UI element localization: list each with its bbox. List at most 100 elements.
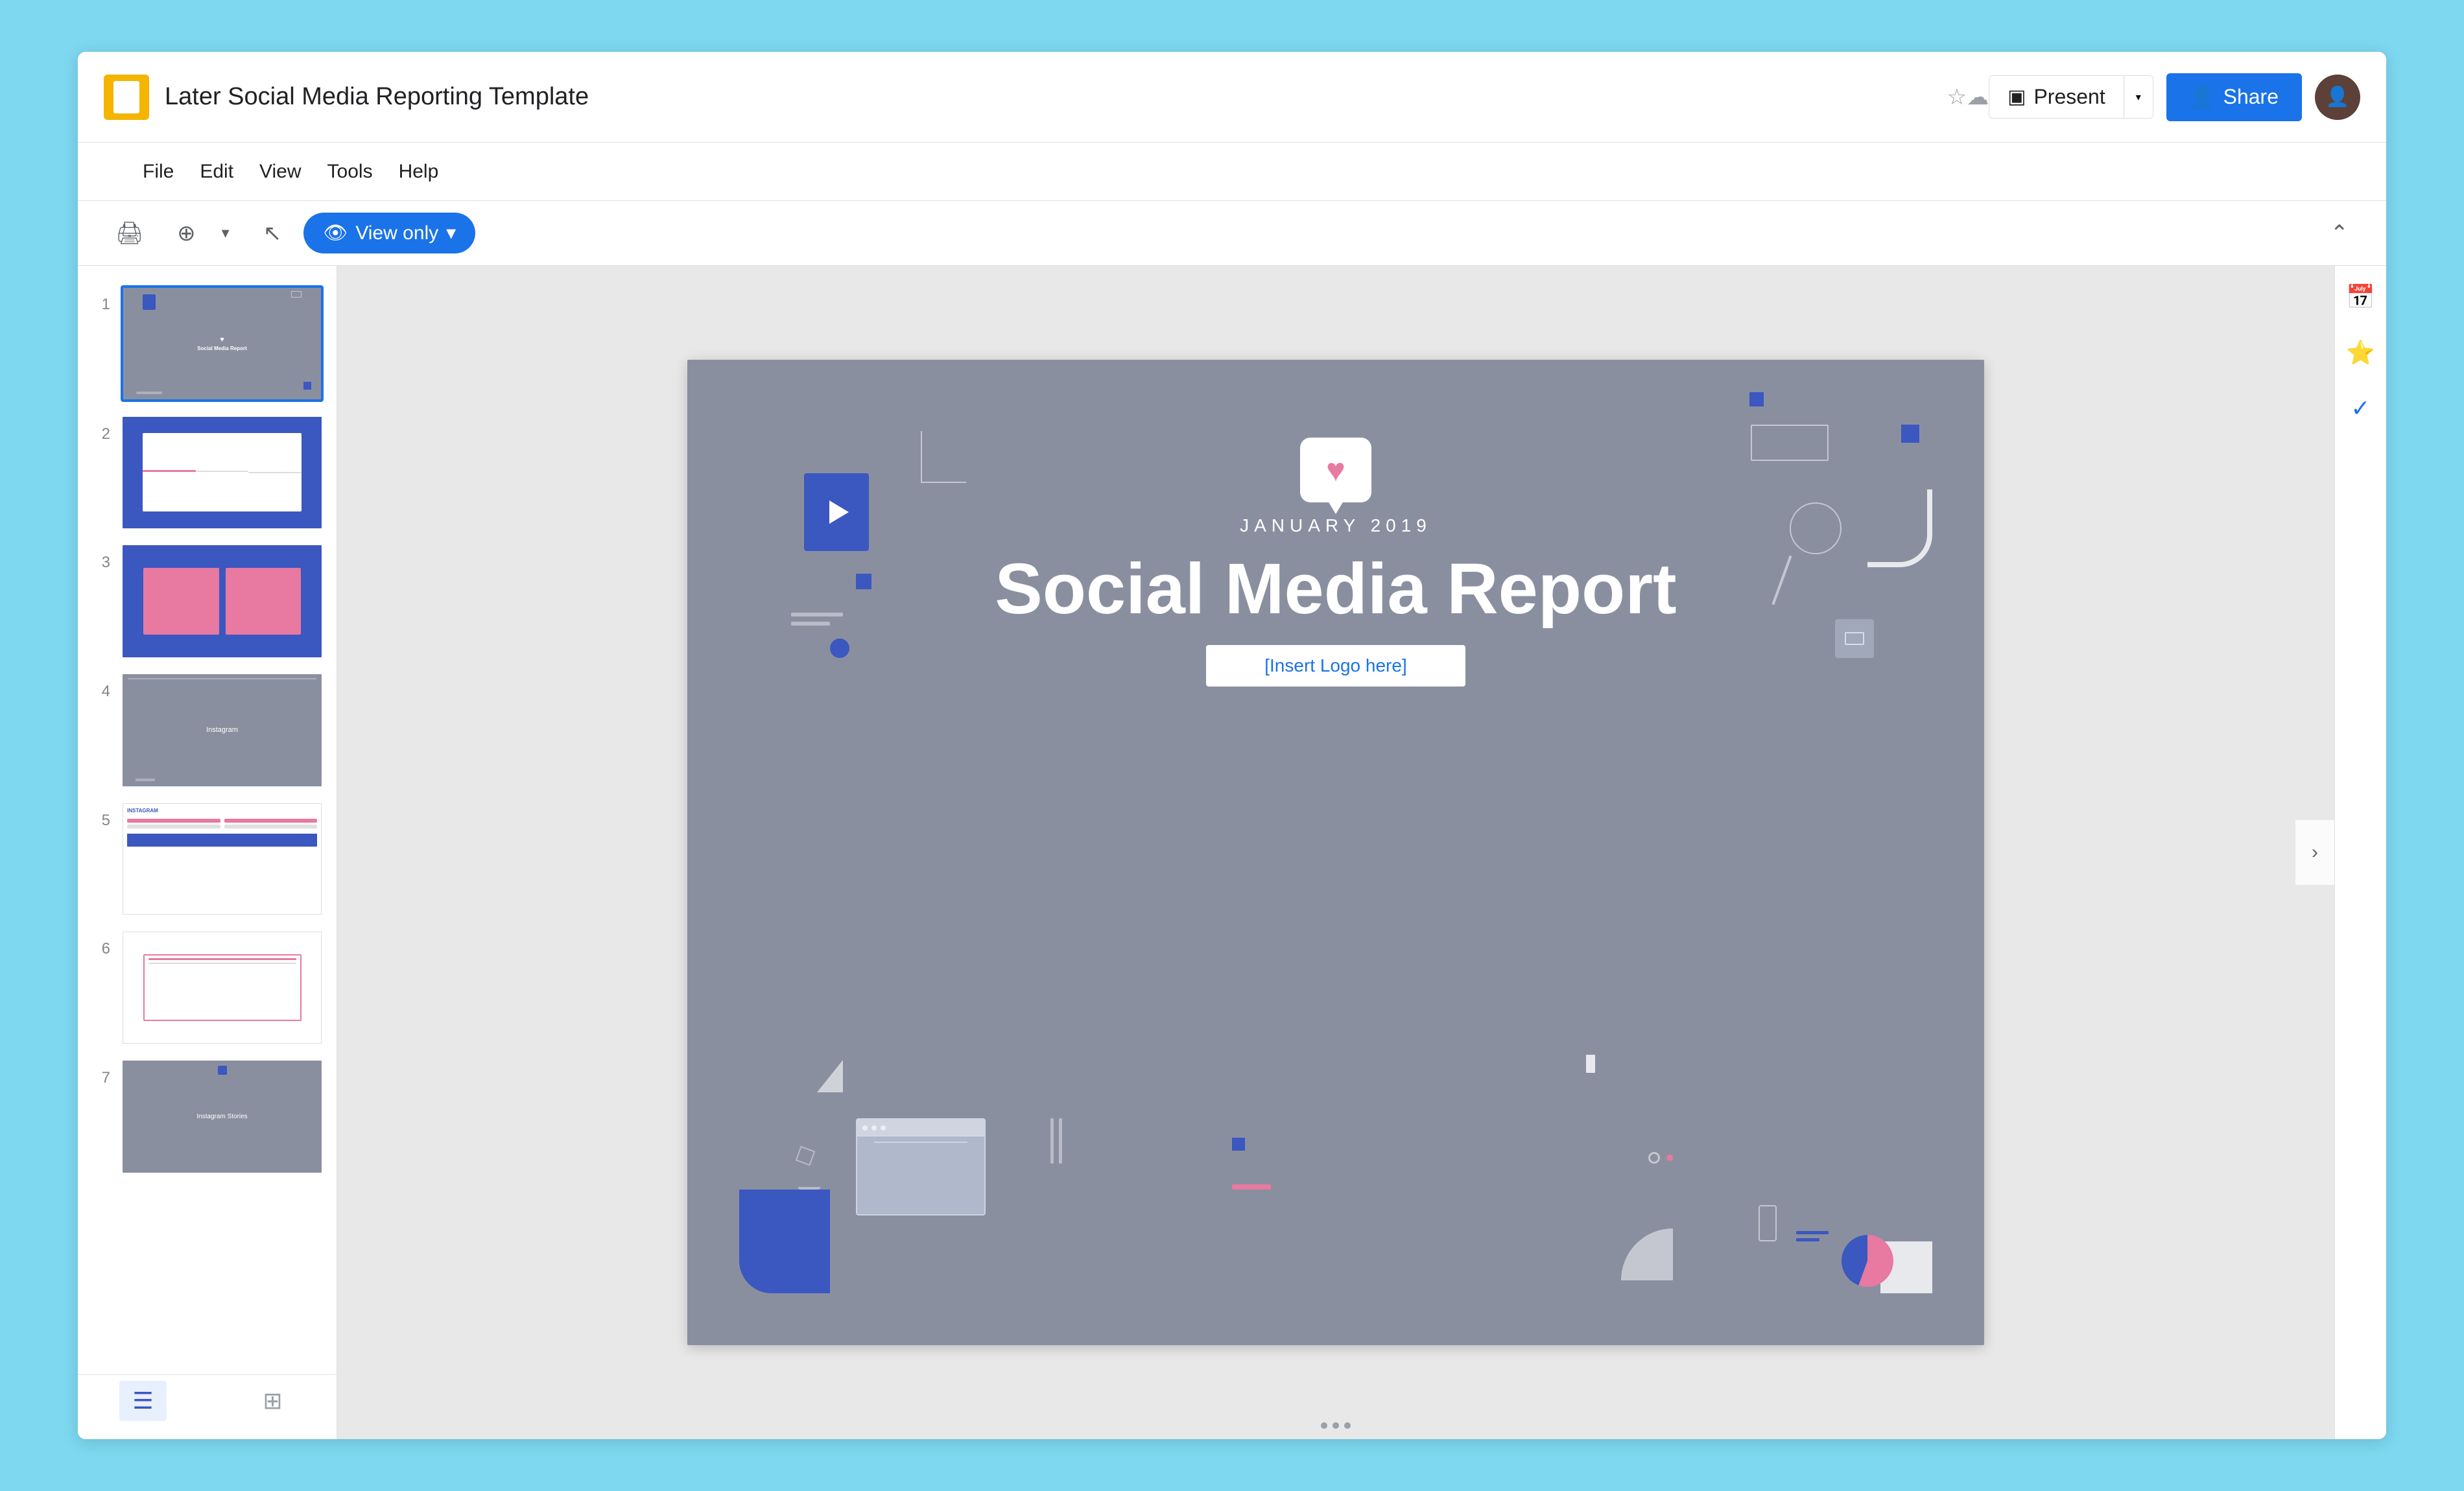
slide-1-label: ♥ Social Media Report	[197, 336, 246, 351]
star-icon[interactable]: ☆	[1947, 84, 1967, 110]
slide-3-box-right	[226, 568, 302, 635]
nav-dot-1	[1321, 1422, 1327, 1429]
list-view-button[interactable]: ☰	[119, 1381, 166, 1421]
deco-pink-lines	[1796, 1231, 1829, 1241]
slide-thumb-6[interactable]	[121, 930, 324, 1046]
slide-thumb-7[interactable]: Instagram Stories	[121, 1059, 324, 1175]
slide-number-4: 4	[91, 683, 110, 701]
slide-item-5[interactable]: 5 INSTAGRAM	[78, 795, 337, 924]
present-dropdown-button[interactable]: ▾	[2124, 76, 2153, 118]
deco-white-rect-sm	[1586, 1055, 1595, 1073]
main-content: 1 ♥ Social Media Report	[78, 266, 2386, 1439]
nav-dot-3	[1344, 1422, 1351, 1429]
cursor-button[interactable]: ↖	[252, 211, 294, 255]
slide-5-label: INSTAGRAM	[127, 808, 317, 814]
slide-item-2[interactable]: 2	[78, 408, 337, 537]
deco-blue-sq-bc	[1232, 1138, 1245, 1151]
check-panel-icon[interactable]: ✓	[2343, 390, 2379, 427]
zoom-button[interactable]: ⊕	[165, 211, 207, 255]
toolbar: 🖨 ⊕ ▾ ↖ 👁 View only ▾ ⌃	[78, 201, 2386, 266]
menu-edit[interactable]: Edit	[187, 154, 246, 189]
list-view-icon: ☰	[132, 1387, 153, 1415]
document-title: Later Social Media Reporting Template	[165, 83, 1934, 111]
app-wrapper: Later Social Media Reporting Template ☆ …	[0, 0, 2464, 1491]
slide-number-5: 5	[91, 812, 110, 830]
heart-icon: ♥	[1326, 451, 1345, 489]
menu-file[interactable]: File	[130, 154, 187, 189]
slide-2-inner	[143, 433, 302, 511]
present-icon: ▣	[2008, 86, 2026, 108]
app-logo	[104, 75, 149, 120]
deco-blue-sq-tr	[1901, 425, 1919, 443]
present-wrapper: ▣ Present ▾	[1989, 75, 2153, 119]
slide-main-title: Social Media Report	[995, 548, 1676, 630]
zoom-dropdown-button[interactable]: ▾	[210, 215, 241, 252]
deco-play-triangle	[829, 500, 849, 524]
present-button[interactable]: ▣ Present	[1989, 76, 2124, 118]
slide-view[interactable]: ♥ JANUARY 2019 Social Media Report [Inse…	[337, 266, 2334, 1439]
present-label: Present	[2033, 85, 2105, 109]
collapse-icon: ⌃	[2330, 220, 2349, 246]
slide-item-7[interactable]: 7 Instagram Stories	[78, 1052, 337, 1181]
share-button[interactable]: 👤 Share	[2166, 73, 2302, 121]
slide-date: JANUARY 2019	[1240, 515, 1432, 536]
share-icon: 👤	[2190, 85, 2216, 110]
deco-camera	[1835, 619, 1874, 658]
slide-3-box-left	[143, 568, 219, 635]
slide-panel-bottom: ☰ ⊞	[78, 1374, 337, 1426]
slide-item-4[interactable]: 4 Instagram	[78, 666, 337, 795]
calendar-icon[interactable]: 📅	[2343, 279, 2379, 315]
slide-thumb-2[interactable]	[121, 415, 324, 531]
collapse-button[interactable]: ⌃	[2319, 211, 2361, 255]
deco-blue-sq2	[1749, 392, 1764, 406]
deco-mobile-outline	[1759, 1205, 1777, 1241]
app-window: Later Social Media Reporting Template ☆ …	[78, 52, 2386, 1439]
menu-help[interactable]: Help	[386, 154, 452, 189]
zoom-group: ⊕ ▾	[165, 211, 241, 255]
slide-item-1[interactable]: 1 ♥ Social Media Report	[78, 279, 337, 408]
slide-number-6: 6	[91, 940, 110, 958]
menu-tools[interactable]: Tools	[314, 154, 386, 189]
eye-icon: 👁	[323, 222, 348, 244]
slide-number-2: 2	[91, 425, 110, 443]
zoom-icon: ⊕	[177, 220, 196, 246]
slide-number-1: 1	[91, 296, 110, 314]
nav-dot-2	[1333, 1422, 1339, 1429]
right-arrow-icon: ›	[2312, 841, 2318, 863]
title-bar: Later Social Media Reporting Template ☆ …	[78, 52, 2386, 143]
deco-browser	[856, 1118, 986, 1215]
slide-number-3: 3	[91, 554, 110, 572]
slide-thumb-5[interactable]: INSTAGRAM	[121, 801, 324, 917]
deco-vertical-lines	[1050, 1118, 1062, 1164]
cursor-icon: ↖	[263, 220, 282, 246]
view-only-button[interactable]: 👁 View only ▾	[303, 213, 475, 253]
app-logo-icon	[113, 81, 139, 113]
deco-diamond-outline	[796, 1146, 816, 1166]
deco-pink-bar	[1232, 1184, 1271, 1190]
slide-thumb-3[interactable]	[121, 543, 324, 659]
deco-blue-sq-lc	[856, 574, 871, 589]
slide-item-6[interactable]: 6	[78, 923, 337, 1052]
print-button[interactable]: 🖨	[104, 211, 155, 255]
star-panel-icon[interactable]: ⭐	[2343, 335, 2379, 371]
slide-item-3[interactable]: 3	[78, 537, 337, 666]
chevron-down-icon: ▾	[2136, 91, 2141, 104]
deco-pencil-line	[1771, 556, 1792, 605]
slide-thumb-4[interactable]: Instagram	[121, 672, 324, 788]
slide-6-box	[143, 954, 302, 1020]
next-slide-button[interactable]: ›	[2295, 820, 2334, 885]
deco-play-button	[804, 473, 869, 551]
grid-view-button[interactable]: ⊞	[250, 1381, 295, 1421]
cloud-icon[interactable]: ☁	[1967, 84, 1989, 110]
deco-arc-right	[1867, 489, 1932, 567]
user-avatar[interactable]: 👤	[2315, 75, 2360, 120]
menu-view[interactable]: View	[246, 154, 314, 189]
menu-bar: File Edit View Tools Help	[78, 143, 2386, 201]
print-icon: 🖨	[115, 220, 143, 246]
slide-thumb-1[interactable]: ♥ Social Media Report	[121, 285, 324, 402]
deco-white-quarter	[1621, 1228, 1673, 1280]
deco-triangle-white	[817, 1060, 843, 1092]
chevron-zoom-icon: ▾	[222, 224, 230, 242]
grid-view-icon: ⊞	[263, 1387, 282, 1415]
header-actions: ▣ Present ▾ 👤 Share 👤	[1989, 73, 2360, 121]
